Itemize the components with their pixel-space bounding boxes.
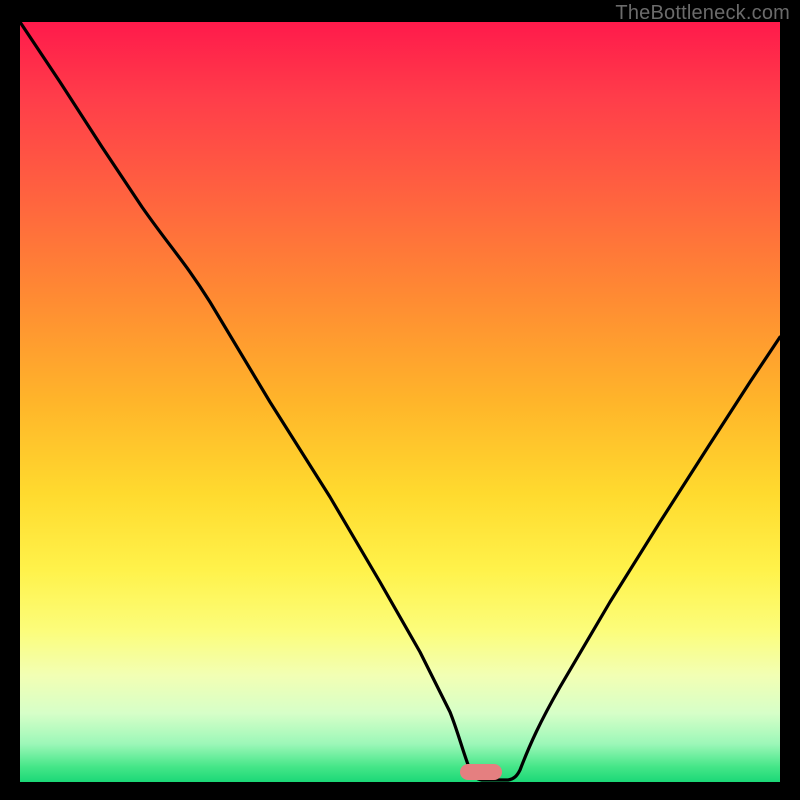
optimal-marker [460, 764, 502, 780]
bottleneck-curve [20, 22, 780, 782]
chart-frame: TheBottleneck.com [0, 0, 800, 800]
plot-area [20, 22, 780, 782]
curve-path [20, 22, 780, 780]
